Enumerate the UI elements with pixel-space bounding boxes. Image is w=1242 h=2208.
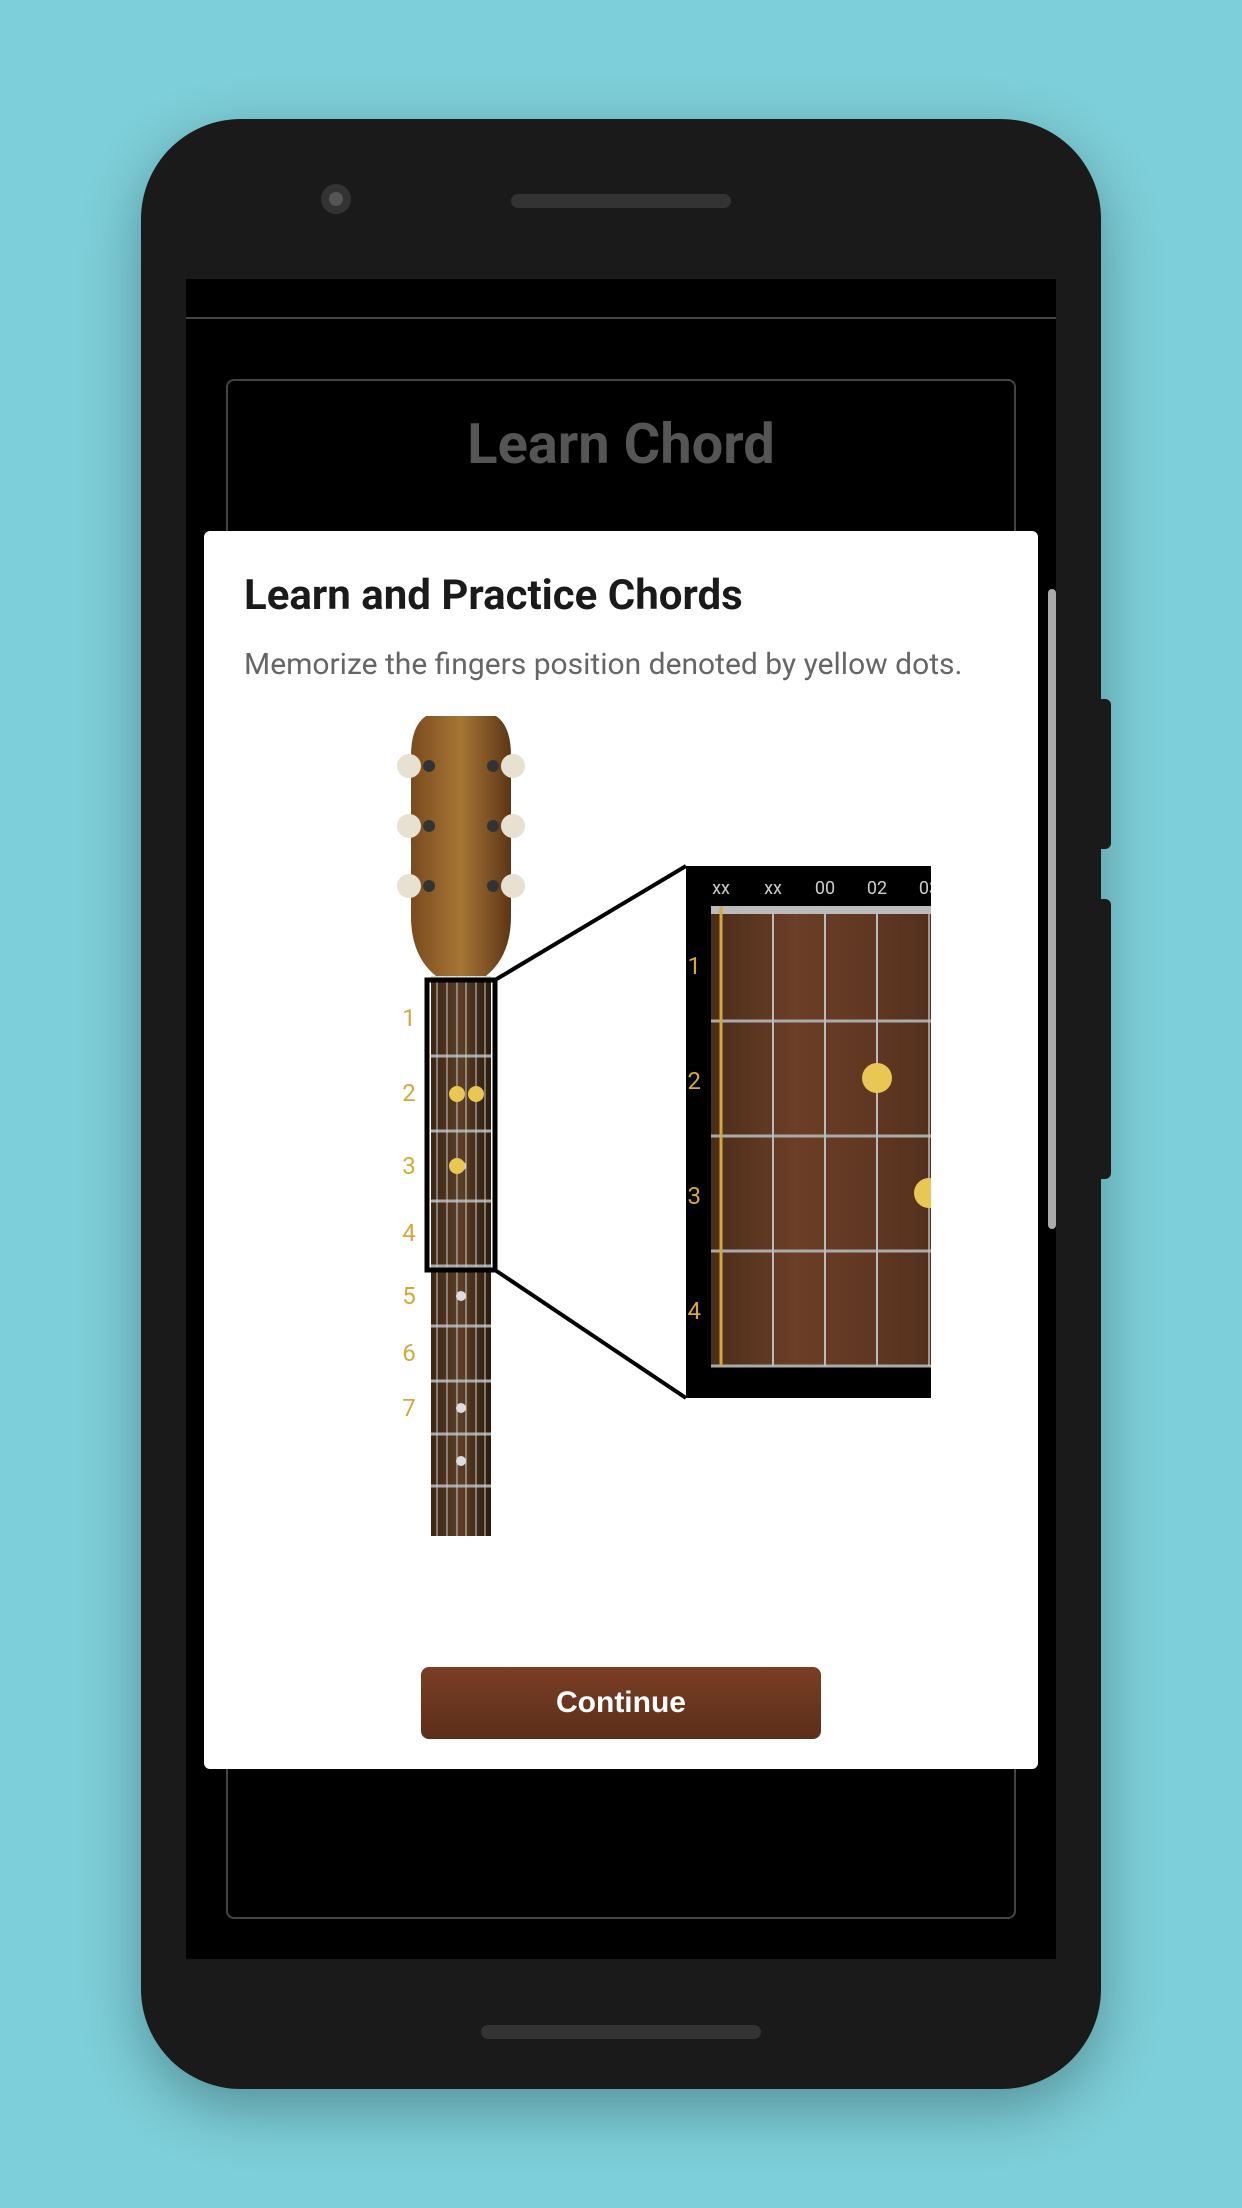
finger-dot bbox=[449, 1086, 465, 1102]
zoom-fret-label: 3 bbox=[688, 1182, 702, 1210]
chord-diagram-zoom: xx xx 00 02 03 02 1 2 3 4 bbox=[686, 866, 931, 1398]
modal-title: Learn and Practice Chords bbox=[244, 571, 998, 620]
small-fret-label: 5 bbox=[402, 1282, 416, 1310]
string-label: xx bbox=[712, 878, 730, 899]
small-fret-label: 6 bbox=[402, 1339, 416, 1367]
finger-dot bbox=[468, 1086, 484, 1102]
small-fret-label: 1 bbox=[402, 1004, 416, 1032]
status-bar bbox=[186, 279, 1056, 319]
zoom-fret-label: 2 bbox=[688, 1067, 702, 1095]
string-label: 00 bbox=[815, 878, 835, 899]
finger-dot bbox=[449, 1158, 465, 1174]
small-fret-label: 3 bbox=[402, 1152, 416, 1180]
phone-bottom-speaker bbox=[481, 2025, 761, 2039]
guitar-headstock bbox=[397, 716, 525, 976]
modal-subtitle: Memorize the fingers position denoted by… bbox=[244, 644, 998, 686]
guitar-diagram-svg: 1 2 3 4 5 6 7 bbox=[311, 716, 931, 1536]
phone-power-button bbox=[1101, 699, 1111, 849]
phone-frame: Learn Chord Tap to continue Learn and Pr… bbox=[141, 119, 1101, 2089]
small-fret-label: 7 bbox=[402, 1394, 416, 1422]
guitar-neck-small: 1 2 3 4 5 6 7 bbox=[402, 976, 495, 1536]
phone-camera bbox=[321, 184, 351, 214]
phone-top-speaker bbox=[511, 194, 731, 208]
phone-volume-button bbox=[1101, 899, 1111, 1179]
tutorial-modal: Learn and Practice Chords Memorize the f… bbox=[204, 531, 1038, 1769]
guitar-illustration: 1 2 3 4 5 6 7 bbox=[244, 716, 998, 1667]
zoom-fret-label: 1 bbox=[688, 952, 702, 980]
zoom-fret-label: 4 bbox=[688, 1297, 702, 1325]
continue-button[interactable]: Continue bbox=[421, 1667, 821, 1739]
phone-screen: Learn Chord Tap to continue Learn and Pr… bbox=[186, 279, 1056, 1959]
scroll-indicator[interactable] bbox=[1048, 589, 1056, 1229]
string-label: 02 bbox=[867, 878, 887, 899]
small-fret-label: 2 bbox=[402, 1079, 416, 1107]
background-title: Learn Chord bbox=[228, 411, 1014, 477]
finger-dot-zoom bbox=[862, 1063, 892, 1093]
small-fret-label: 4 bbox=[402, 1219, 416, 1247]
string-label: 03 bbox=[919, 878, 931, 899]
string-label: xx bbox=[764, 878, 782, 899]
